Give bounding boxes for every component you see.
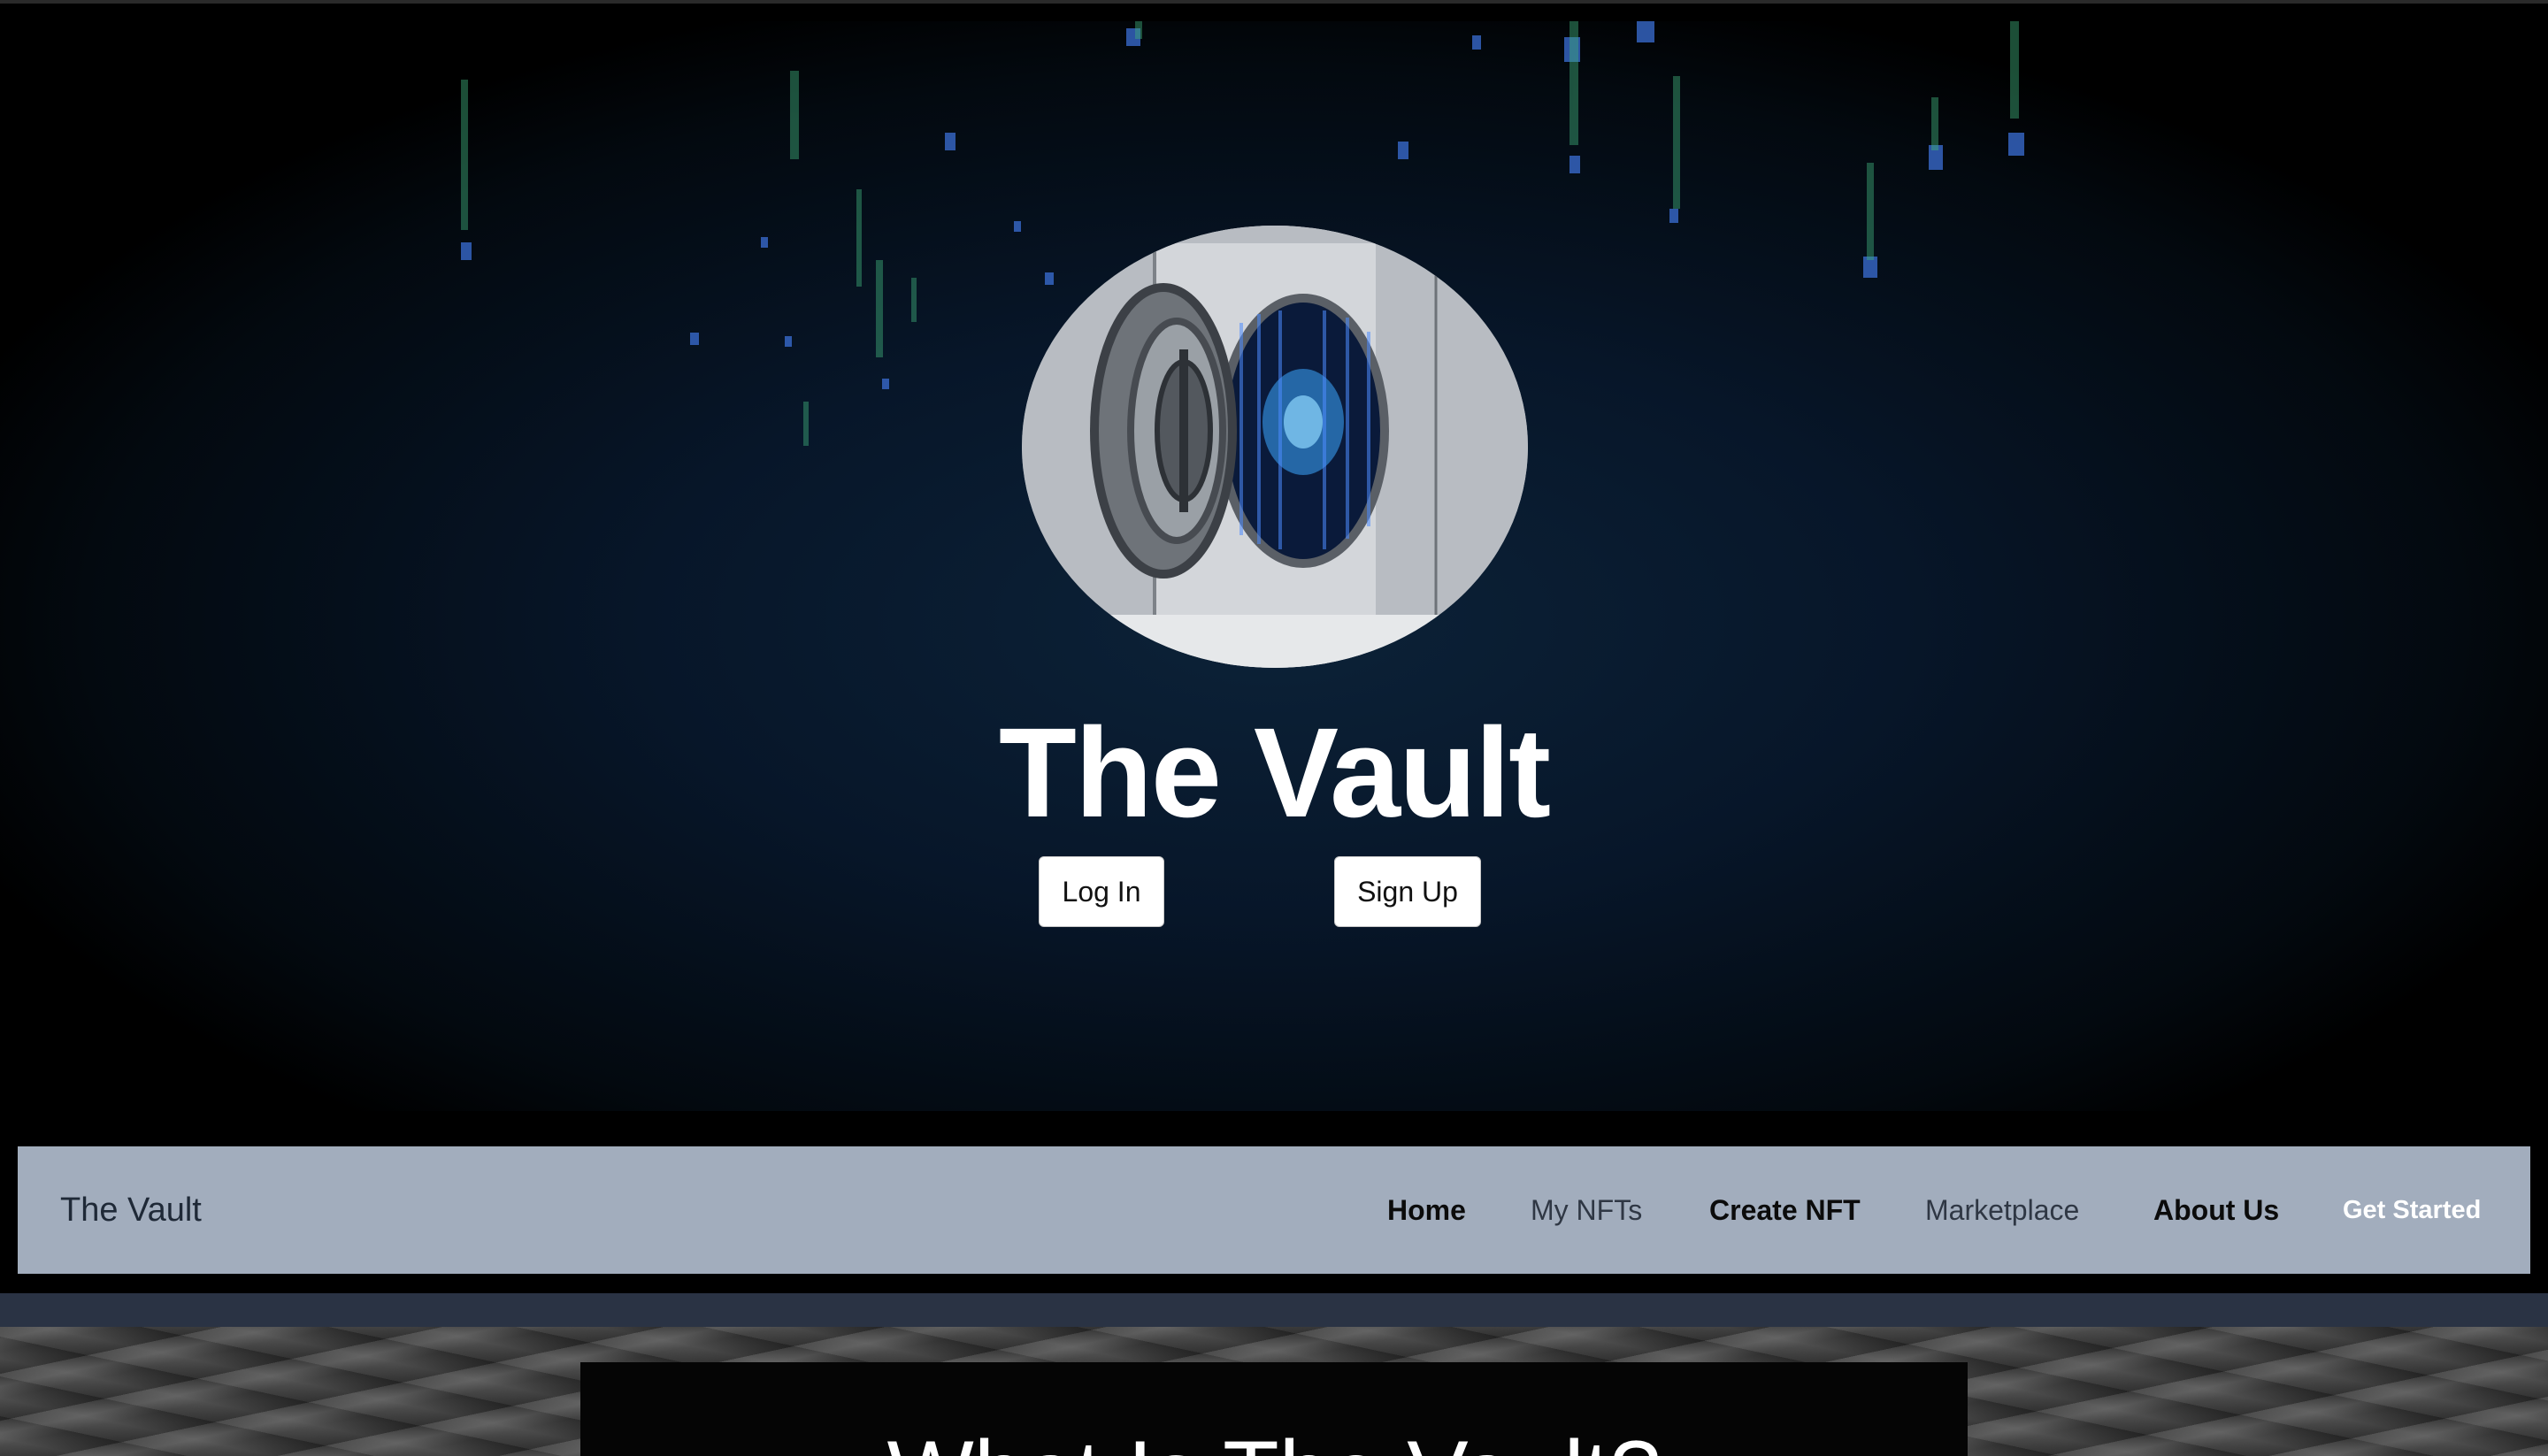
log-in-button[interactable]: Log In (1039, 856, 1164, 927)
section-divider-slate (0, 1293, 2548, 1327)
hero-section: The Vault Log In Sign Up (0, 21, 2548, 1111)
nav-link-create-nft[interactable]: Create NFT (1709, 1146, 1861, 1274)
hero-title: The Vault (998, 701, 1551, 844)
section-divider (0, 1111, 2548, 1146)
top-strip (0, 0, 2548, 21)
nav-link-home[interactable]: Home (1387, 1146, 1466, 1274)
navbar: The Vault Home My NFTs Create NFT Market… (18, 1146, 2530, 1274)
navbar-brand[interactable]: The Vault (60, 1146, 202, 1274)
section-divider-dark (0, 1274, 2548, 1293)
info-heading: What Is The Vault? (580, 1421, 1968, 1456)
nav-link-marketplace[interactable]: Marketplace (1925, 1146, 2079, 1274)
nav-link-about-us[interactable]: About Us (2153, 1146, 2279, 1274)
nav-link-my-nfts[interactable]: My NFTs (1531, 1146, 1642, 1274)
vault-door-icon (1022, 226, 1528, 668)
info-panel: What Is The Vault? (580, 1362, 1968, 1456)
sign-up-button[interactable]: Sign Up (1334, 856, 1481, 927)
get-started-button[interactable]: Get Started (2343, 1146, 2481, 1274)
